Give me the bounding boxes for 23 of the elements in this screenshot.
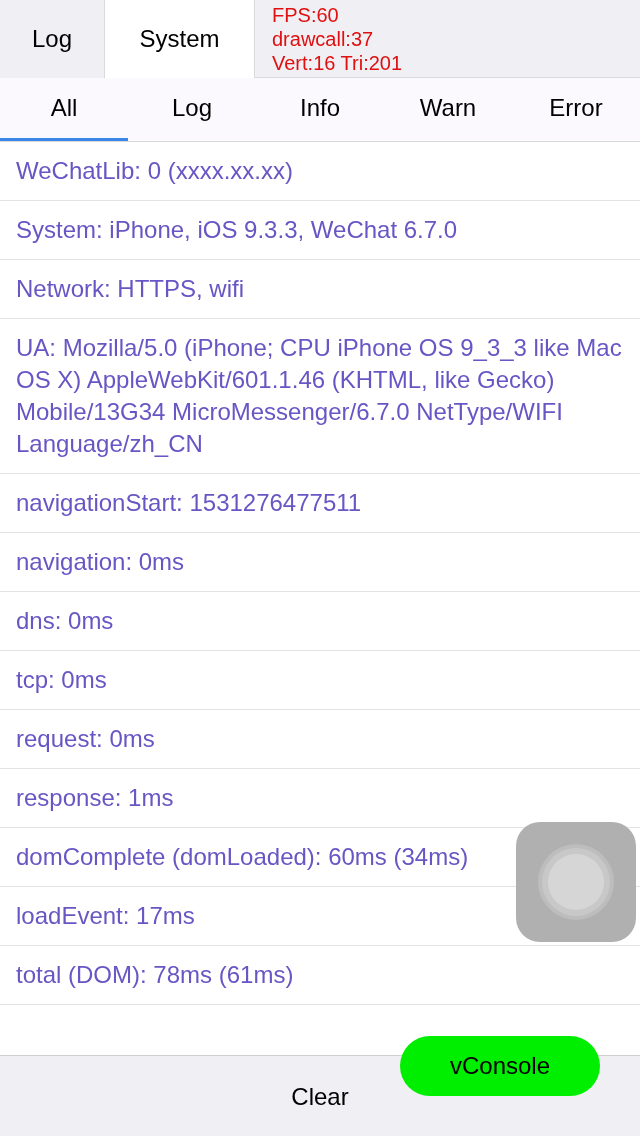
clear-button[interactable]: Clear [271, 1080, 369, 1114]
assistive-touch-button[interactable] [516, 822, 636, 942]
panel-tab[interactable]: System [105, 0, 255, 78]
filter-tab[interactable]: Log [128, 78, 256, 141]
log-line: dns: 0ms [0, 592, 640, 651]
log-line: UA: Mozilla/5.0 (iPhone; CPU iPhone OS 9_3_3 like Mac OS X) AppleWebKit/601.1.46 (KHTML, like Gecko) Mobile/13G34 MicroMessenger/6.7.0 NetType/WIFI Language/zh_CN [0, 319, 640, 474]
log-line: total (DOM): 78ms (61ms) [0, 946, 640, 1005]
vconsole-button[interactable]: vConsole [400, 1036, 600, 1096]
log-line: request: 0ms [0, 710, 640, 769]
filter-tab[interactable]: Error [512, 78, 640, 141]
stats-text: drawcall:37 [272, 27, 375, 51]
stats-text: FPS:60 [272, 3, 340, 27]
log-line: System: iPhone, iOS 9.3.3, WeChat 6.7.0 [0, 201, 640, 260]
filter-tab[interactable]: Warn [384, 78, 512, 141]
log-line: Network: HTTPS, wifi [0, 260, 640, 319]
panel-tab[interactable]: Log [0, 0, 105, 78]
stats-text: Vert:16 Tri:201 [272, 51, 403, 75]
log-line: navigationStart: 1531276477511 [0, 474, 640, 533]
log-line: WeChatLib: 0 (xxxx.xx.xx) [0, 142, 640, 201]
filter-tab[interactable]: All [0, 78, 128, 141]
log-line: tcp: 0ms [0, 651, 640, 710]
filter-tab[interactable]: Info [256, 78, 384, 141]
log-line: navigation: 0ms [0, 533, 640, 592]
